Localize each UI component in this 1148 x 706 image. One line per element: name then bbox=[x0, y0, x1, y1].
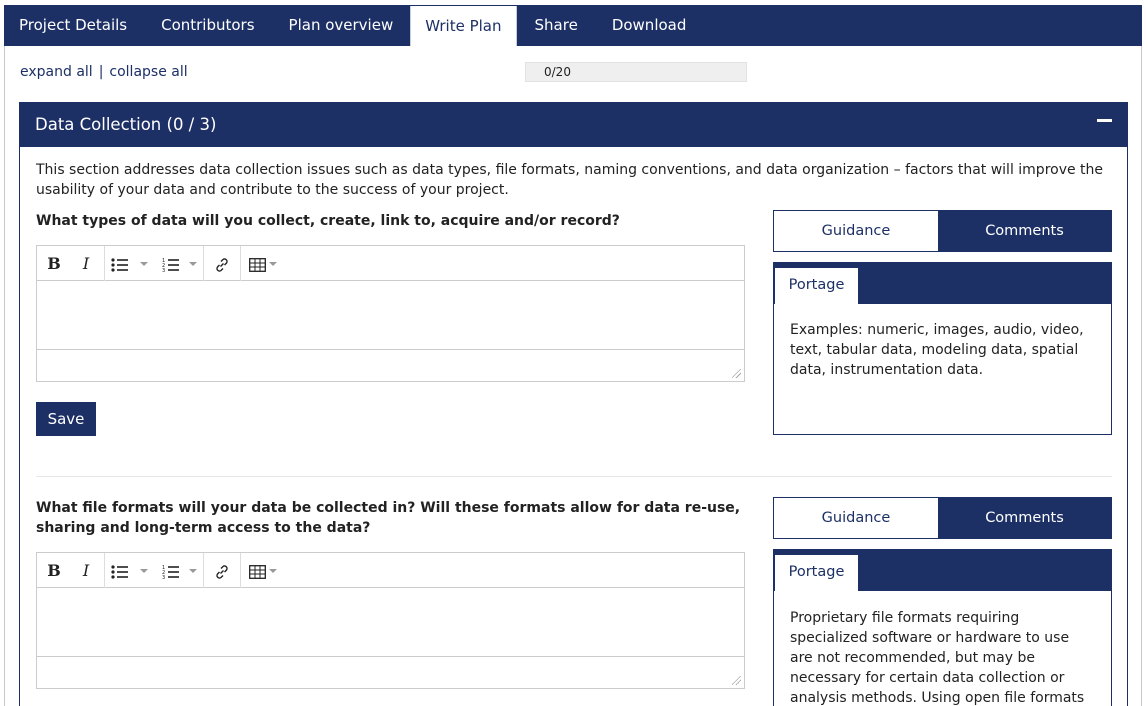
resize-handle-icon[interactable] bbox=[732, 369, 741, 378]
content-border-right bbox=[1141, 46, 1142, 706]
progress-text: 0/20 bbox=[544, 65, 571, 79]
toolbar-separator bbox=[240, 553, 241, 588]
tab-contributors[interactable]: Contributors bbox=[146, 5, 271, 46]
bullet-list-icon[interactable] bbox=[110, 246, 130, 281]
toolbar-separator bbox=[203, 553, 204, 588]
guidance-comments-toggle-2: Guidance Comments bbox=[773, 497, 1112, 539]
table-icon[interactable] bbox=[247, 246, 267, 281]
editor-statusbar bbox=[37, 350, 744, 381]
bullet-list-icon[interactable] bbox=[110, 553, 130, 588]
table-icon[interactable] bbox=[247, 553, 267, 588]
content-border-left bbox=[4, 46, 5, 706]
section-description: This section addresses data collection i… bbox=[36, 162, 1104, 198]
comments-tab-2[interactable]: Comments bbox=[938, 498, 1111, 538]
guidance-source-tab-portage[interactable]: Portage bbox=[775, 268, 858, 304]
expand-collapse-controls: expand all | collapse all bbox=[20, 64, 188, 80]
guidance-panel-header: Portage bbox=[774, 263, 1111, 304]
question-divider bbox=[36, 476, 1112, 477]
tab-write-plan[interactable]: Write Plan bbox=[410, 6, 517, 46]
guidance-panel-1: Portage Examples: numeric, images, audio… bbox=[773, 262, 1112, 435]
answered-progress-bar: 0/20 bbox=[525, 62, 747, 82]
editor-toolbar: B I 123 bbox=[37, 553, 744, 588]
editor-text-area[interactable] bbox=[37, 588, 744, 657]
bold-icon[interactable]: B bbox=[45, 553, 63, 588]
separator: | bbox=[98, 64, 104, 80]
toolbar-separator bbox=[240, 246, 241, 281]
bullet-list-dropdown-icon[interactable] bbox=[140, 262, 148, 266]
editor-text-area[interactable] bbox=[37, 281, 744, 350]
italic-icon[interactable]: I bbox=[77, 246, 95, 281]
tab-share[interactable]: Share bbox=[517, 5, 595, 46]
guidance-tab-1[interactable]: Guidance bbox=[774, 211, 938, 251]
bold-icon[interactable]: B bbox=[45, 246, 63, 281]
numbered-list-icon[interactable]: 123 bbox=[161, 246, 181, 281]
toolbar-separator bbox=[203, 246, 204, 281]
guidance-tab-2[interactable]: Guidance bbox=[774, 498, 938, 538]
save-button[interactable]: Save bbox=[36, 402, 96, 436]
guidance-panel-header: Portage bbox=[774, 550, 1111, 591]
guidance-source-tab-portage[interactable]: Portage bbox=[775, 555, 858, 591]
answer-editor-2: B I 123 bbox=[36, 552, 745, 689]
link-icon[interactable] bbox=[212, 553, 232, 588]
answer-editor-1: B I 123 bbox=[36, 245, 745, 382]
bullet-list-dropdown-icon[interactable] bbox=[140, 569, 148, 573]
tab-plan-overview[interactable]: Plan overview bbox=[272, 5, 411, 46]
guidance-panel-2: Portage Proprietary file formats requiri… bbox=[773, 549, 1112, 706]
toolbar-separator bbox=[104, 246, 105, 281]
comments-tab-1[interactable]: Comments bbox=[938, 211, 1111, 251]
collapse-minus-icon[interactable] bbox=[1097, 119, 1112, 122]
svg-text:3: 3 bbox=[162, 575, 165, 580]
collapse-all-link[interactable]: collapse all bbox=[109, 64, 187, 80]
table-dropdown-icon[interactable] bbox=[269, 569, 277, 573]
numbered-list-dropdown-icon[interactable] bbox=[189, 569, 197, 573]
section-title: Data Collection (0 / 3) bbox=[35, 115, 217, 134]
editor-toolbar: B I 123 bbox=[37, 246, 744, 281]
question-2-text: What file formats will your data be coll… bbox=[36, 500, 741, 536]
numbered-list-icon[interactable]: 123 bbox=[161, 553, 181, 588]
guidance-text-1: Examples: numeric, images, audio, video,… bbox=[790, 322, 1084, 378]
tab-download[interactable]: Download bbox=[595, 5, 702, 46]
guidance-text-2: Proprietary file formats requiring speci… bbox=[790, 610, 1085, 706]
italic-icon[interactable]: I bbox=[77, 553, 95, 588]
svg-text:3: 3 bbox=[162, 268, 165, 273]
editor-statusbar bbox=[37, 657, 744, 688]
guidance-comments-toggle-1: Guidance Comments bbox=[773, 210, 1112, 252]
table-dropdown-icon[interactable] bbox=[269, 262, 277, 266]
expand-all-link[interactable]: expand all bbox=[20, 64, 93, 80]
link-icon[interactable] bbox=[212, 246, 232, 281]
plan-tabs: Project Details Contributors Plan overvi… bbox=[4, 5, 1142, 46]
tab-project-details[interactable]: Project Details bbox=[4, 5, 146, 46]
numbered-list-dropdown-icon[interactable] bbox=[189, 262, 197, 266]
toolbar-separator bbox=[104, 553, 105, 588]
resize-handle-icon[interactable] bbox=[732, 676, 741, 685]
question-1-text: What types of data will you collect, cre… bbox=[36, 213, 620, 229]
section-header[interactable]: Data Collection (0 / 3) bbox=[19, 102, 1128, 147]
